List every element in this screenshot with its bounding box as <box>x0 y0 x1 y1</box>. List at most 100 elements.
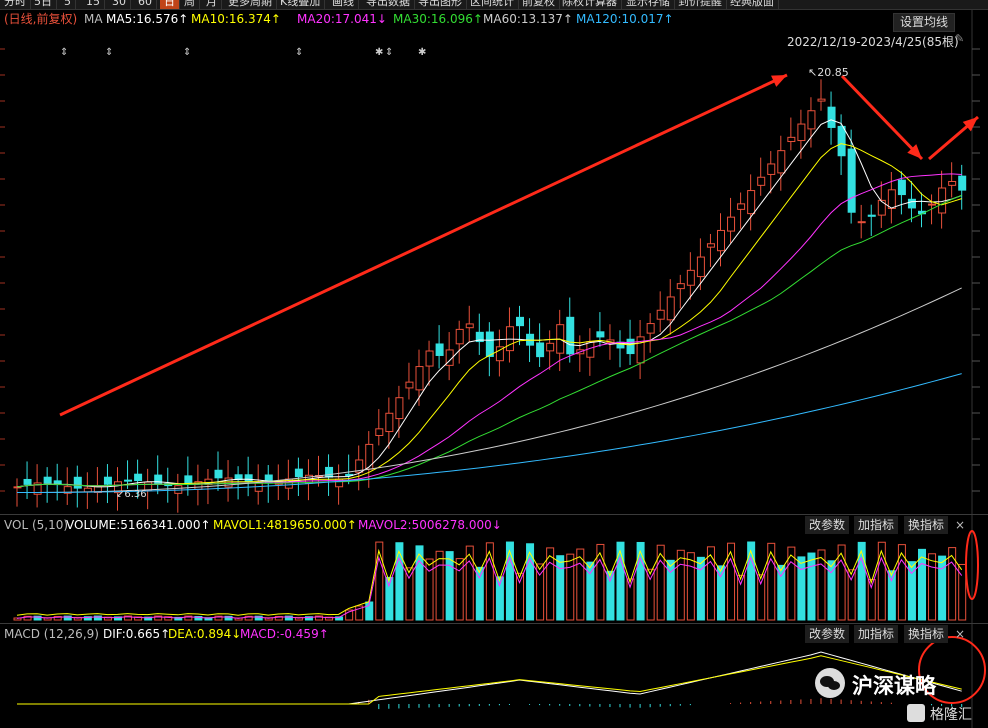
period-tab[interactable]: 60 <box>134 0 157 9</box>
period-tab[interactable]: K线叠加 <box>276 0 326 9</box>
candlestick-panel[interactable]: ⇕ ⇕ ⇕ ⇕ ✱ ⇕ ✱ (日线,前复权) MA MA5:16.576↑ MA10:16.3… <box>0 9 988 514</box>
high-price-value: 20.85 <box>817 66 849 79</box>
period-tab[interactable]: 前复权 <box>518 0 560 9</box>
pin-icon[interactable]: ✎ <box>955 32 964 45</box>
candle[interactable] <box>706 243 715 248</box>
candle[interactable] <box>154 474 163 485</box>
candle[interactable] <box>405 381 414 389</box>
period-tab[interactable]: 5日 <box>30 0 57 9</box>
candle[interactable] <box>646 323 655 334</box>
period-tab[interactable]: 经典版面 <box>726 0 779 9</box>
candle[interactable] <box>516 316 524 327</box>
ma-legend-item: MA20:17.041↓ <box>297 12 387 26</box>
candle[interactable] <box>696 256 705 278</box>
candle[interactable] <box>124 479 133 482</box>
candle[interactable] <box>103 476 112 485</box>
candle[interactable] <box>465 323 474 329</box>
candle[interactable] <box>425 350 434 367</box>
period-tab[interactable]: 月 <box>202 0 222 9</box>
candle[interactable] <box>787 136 796 143</box>
candle[interactable] <box>134 473 143 482</box>
candle[interactable] <box>747 190 756 215</box>
volume-bar <box>938 555 947 621</box>
volume-close-icon[interactable]: × <box>955 516 965 534</box>
candle[interactable] <box>626 338 635 355</box>
candle[interactable] <box>455 328 464 345</box>
candle[interactable] <box>43 476 52 484</box>
macd-close-icon[interactable]: × <box>955 625 965 643</box>
candle[interactable] <box>73 476 82 489</box>
macd-add-indicator-button[interactable]: 加指标 <box>854 625 899 643</box>
candle[interactable] <box>717 229 725 252</box>
mavol2-value: MAVOL2:5006278.000↓ <box>358 518 502 532</box>
macd-edit-params-button[interactable]: 改参数 <box>805 625 850 643</box>
candle[interactable] <box>485 331 494 357</box>
candle[interactable] <box>435 343 444 356</box>
volume-bar <box>606 570 615 621</box>
candle[interactable] <box>907 198 916 209</box>
period-tab[interactable]: 区间统计 <box>466 0 519 9</box>
candle[interactable] <box>797 123 806 142</box>
candle[interactable] <box>23 478 32 485</box>
candle[interactable] <box>857 221 866 224</box>
ma-legend-item: MA120:10.017↑ <box>576 12 674 26</box>
candle[interactable] <box>727 216 736 232</box>
period-tab[interactable]: 分时 <box>0 0 31 9</box>
macd-switch-indicator-button[interactable]: 换指标 <box>904 625 949 643</box>
period-tab[interactable]: 到价提醒 <box>674 0 727 9</box>
candle[interactable] <box>676 283 685 290</box>
candle[interactable] <box>777 150 786 174</box>
volume-add-indicator-button[interactable]: 加指标 <box>854 516 899 534</box>
candle[interactable] <box>737 203 746 210</box>
candle[interactable] <box>837 125 846 157</box>
candle[interactable] <box>887 189 896 210</box>
candle[interactable] <box>224 477 233 488</box>
period-tab[interactable]: 导出数据 <box>362 0 415 9</box>
candle[interactable] <box>244 474 253 483</box>
candle[interactable] <box>546 342 555 352</box>
period-tab[interactable]: 导出图形 <box>414 0 467 9</box>
candle[interactable] <box>566 316 575 355</box>
candle[interactable] <box>877 199 886 216</box>
ma-settings-button[interactable]: 设置均线 <box>893 13 956 32</box>
candle[interactable] <box>666 296 675 321</box>
candle[interactable] <box>294 468 303 478</box>
candle[interactable] <box>928 203 937 206</box>
candle[interactable] <box>948 180 957 186</box>
candle[interactable] <box>958 175 967 191</box>
candle[interactable] <box>536 342 545 358</box>
candle[interactable] <box>817 98 826 102</box>
candle[interactable] <box>827 106 836 128</box>
volume-panel[interactable]: VOL (5,10) VOLUME:5166341.000↑ MAVOL1:48… <box>0 515 988 623</box>
period-tab[interactable]: 画线 <box>328 0 359 9</box>
volume-edit-params-button[interactable]: 改参数 <box>805 516 850 534</box>
candle[interactable] <box>767 163 776 175</box>
macd-panel[interactable]: MACD (12,26,9) DIF:0.665↑ DEA:0.894↓ MAC… <box>0 624 988 728</box>
volume-bar <box>797 556 806 621</box>
candle[interactable] <box>807 110 816 130</box>
period-tab[interactable]: 显示存储 <box>622 0 675 9</box>
volume-switch-indicator-button[interactable]: 换指标 <box>904 516 949 534</box>
candle[interactable] <box>415 366 424 391</box>
candle[interactable] <box>897 179 906 196</box>
period-tab[interactable]: 除权计算器 <box>558 0 622 9</box>
candle[interactable] <box>395 397 404 420</box>
candle[interactable] <box>596 331 605 338</box>
candle[interactable] <box>375 428 384 436</box>
period-tab[interactable]: 日 <box>160 0 180 9</box>
period-tab[interactable]: 更多周期 <box>224 0 277 9</box>
candle[interactable] <box>385 412 394 433</box>
period-tab[interactable]: 30 <box>108 0 131 9</box>
candle[interactable] <box>867 214 876 217</box>
candle[interactable] <box>757 176 766 186</box>
candle[interactable] <box>847 148 856 213</box>
candle[interactable] <box>214 469 223 479</box>
candle[interactable] <box>365 443 374 470</box>
candle[interactable] <box>686 269 695 286</box>
candle[interactable] <box>656 309 665 320</box>
candlestick-chart[interactable]: ⇕ ⇕ ⇕ ⇕ ✱ ⇕ ✱ <box>0 9 988 514</box>
period-tab[interactable]: 5 <box>60 0 76 9</box>
period-tab[interactable]: 15 <box>82 0 105 9</box>
candle[interactable] <box>325 466 334 478</box>
period-tab[interactable]: 周 <box>180 0 200 9</box>
